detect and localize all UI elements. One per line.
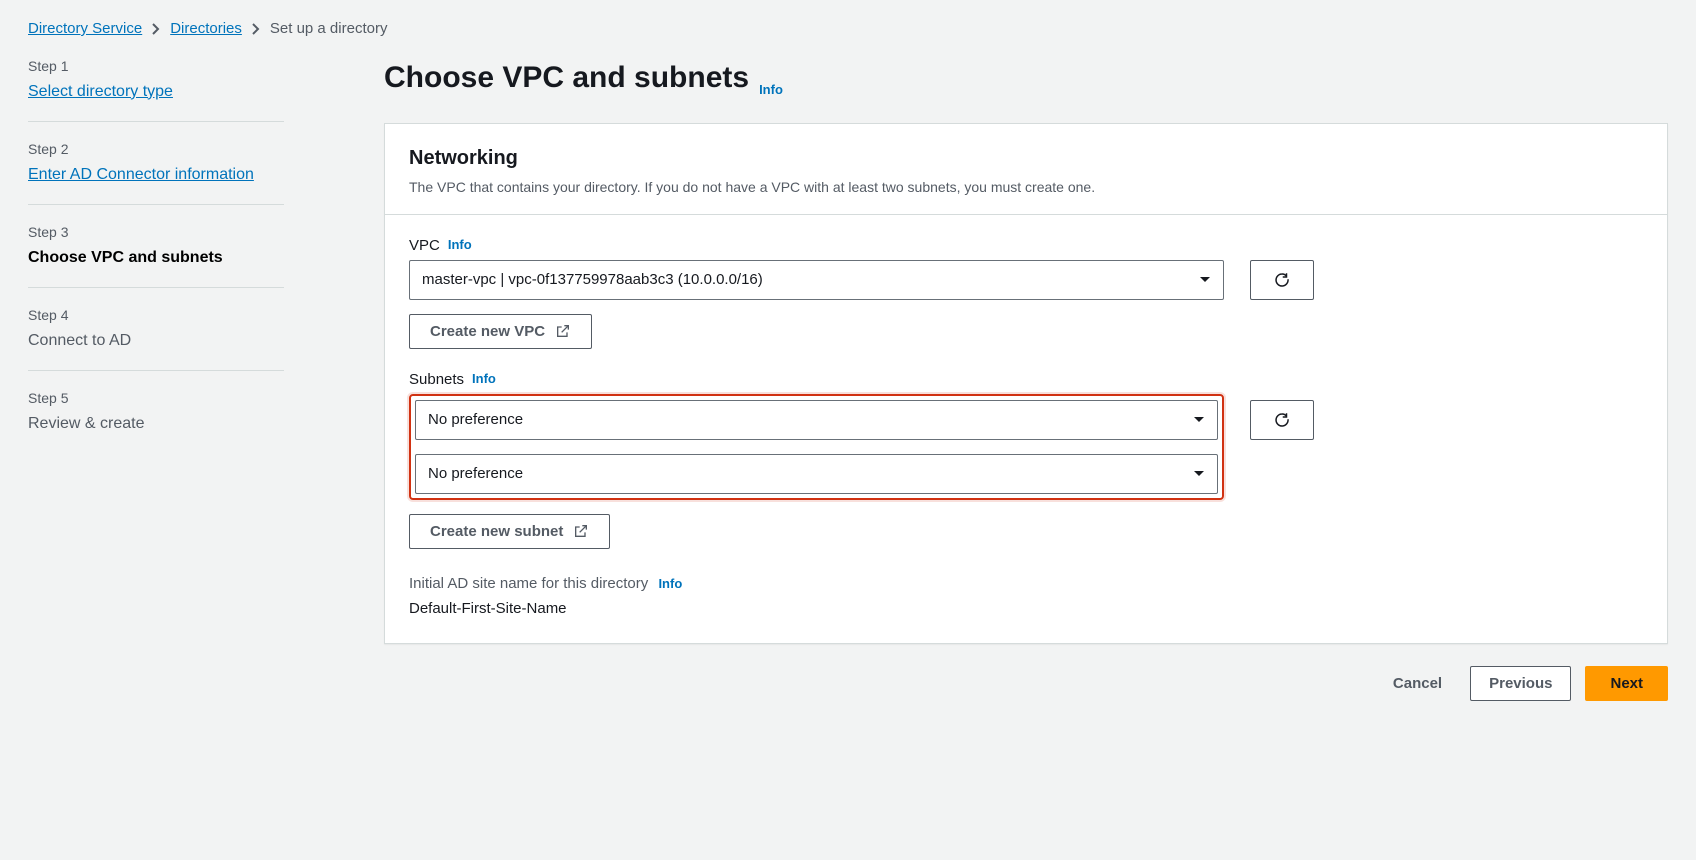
page-title-text: Choose VPC and subnets [384,57,749,99]
vpc-label: VPC Info [409,235,1643,256]
info-link-site[interactable]: Info [658,576,682,591]
info-link-subnets[interactable]: Info [472,370,496,388]
wizard-steps: Step 1 Select directory type Step 2 Ente… [28,57,284,701]
step-link-select-type[interactable]: Select directory type [28,81,173,103]
vpc-select-value: master-vpc | vpc-0f137759978aab3c3 (10.0… [422,269,763,290]
create-subnet-label: Create new subnet [430,523,563,540]
site-label-text: Initial AD site name for this directory [409,575,648,592]
step-num: Step 2 [28,140,284,160]
step-num: Step 5 [28,389,284,409]
step-link-connector-info[interactable]: Enter AD Connector information [28,164,254,186]
next-button[interactable]: Next [1585,666,1668,701]
cancel-button[interactable]: Cancel [1379,667,1456,700]
external-link-icon [555,323,571,339]
subnets-highlight: No preference No preference [409,394,1224,500]
breadcrumb-directories[interactable]: Directories [170,18,242,39]
refresh-icon [1273,411,1291,429]
info-link[interactable]: Info [759,81,783,99]
chevron-right-icon [252,23,260,35]
chevron-right-icon [152,23,160,35]
step-num: Step 1 [28,57,284,77]
vpc-select[interactable]: master-vpc | vpc-0f137759978aab3c3 (10.0… [409,260,1224,300]
create-vpc-label: Create new VPC [430,323,545,340]
step-future: Review & create [28,413,284,435]
wizard-step-4: Step 4 Connect to AD [28,288,284,371]
caret-down-icon [1193,416,1205,424]
step-num: Step 4 [28,306,284,326]
wizard-footer: Cancel Previous Next [384,644,1668,701]
step-future: Connect to AD [28,330,284,352]
wizard-step-3: Step 3 Choose VPC and subnets [28,205,284,288]
wizard-step-2: Step 2 Enter AD Connector information [28,122,284,205]
networking-panel: Networking The VPC that contains your di… [384,123,1668,644]
step-num: Step 3 [28,223,284,243]
caret-down-icon [1193,470,1205,478]
main-content: Choose VPC and subnets Info Networking T… [384,57,1668,701]
vpc-label-text: VPC [409,235,440,256]
subnet2-value: No preference [428,463,523,484]
create-subnet-button[interactable]: Create new subnet [409,514,610,549]
panel-header: Networking The VPC that contains your di… [385,124,1667,215]
subnet1-value: No preference [428,409,523,430]
site-name-value: Default-First-Site-Name [409,598,1643,619]
site-name-label: Initial AD site name for this directory … [409,573,1643,594]
breadcrumb-current: Set up a directory [270,18,388,39]
breadcrumb: Directory Service Directories Set up a d… [28,18,1668,39]
breadcrumb-root[interactable]: Directory Service [28,18,142,39]
refresh-subnets-button[interactable] [1250,400,1314,440]
subnet2-select[interactable]: No preference [415,454,1218,494]
previous-button[interactable]: Previous [1470,666,1571,701]
panel-desc: The VPC that contains your directory. If… [409,178,1643,198]
step-current: Choose VPC and subnets [28,247,284,269]
subnets-label: Subnets Info [409,369,1643,390]
refresh-vpc-button[interactable] [1250,260,1314,300]
wizard-step-5: Step 5 Review & create [28,371,284,453]
wizard-step-1: Step 1 Select directory type [28,57,284,122]
info-link-vpc[interactable]: Info [448,236,472,254]
subnets-label-text: Subnets [409,369,464,390]
caret-down-icon [1199,276,1211,284]
panel-title: Networking [409,144,1643,172]
external-link-icon [573,523,589,539]
subnet1-select[interactable]: No preference [415,400,1218,440]
refresh-icon [1273,271,1291,289]
create-vpc-button[interactable]: Create new VPC [409,314,592,349]
page-title: Choose VPC and subnets Info [384,57,1668,99]
